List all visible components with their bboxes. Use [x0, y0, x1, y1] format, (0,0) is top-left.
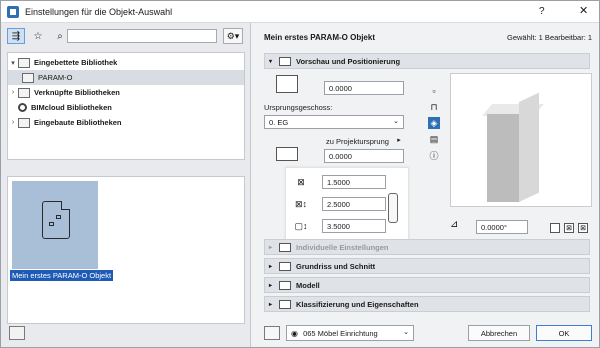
- layers-icon: [264, 326, 280, 340]
- width-field[interactable]: 1.5000: [322, 175, 386, 189]
- section-icon[interactable]: ⊓: [428, 101, 440, 113]
- dialog-footer: ◉ 065 Möbel Einrichtung ⌄ Abbrechen OK: [264, 325, 594, 341]
- elevation-icon[interactable]: ▤: [428, 133, 440, 145]
- classification-panel-icon: [279, 299, 291, 309]
- elevation-field[interactable]: 0.0000: [324, 81, 404, 95]
- height-field[interactable]: 3.5000: [322, 219, 386, 233]
- box-side-face: [519, 92, 539, 202]
- tree-item-label: BIMcloud Bibliotheken: [31, 103, 112, 112]
- window-title: Einstellungen für die Objekt-Auswahl: [25, 7, 173, 17]
- selection-info: Gewählt: 1 Bearbeitbar: 1: [507, 33, 593, 42]
- cancel-button[interactable]: Abbrechen: [468, 325, 530, 341]
- chevron-right-icon: ▸: [269, 244, 273, 251]
- mirror-x-icon[interactable]: ⊠: [564, 223, 574, 233]
- chevron-down-icon[interactable]: ▾: [8, 59, 18, 67]
- dialog-window: Einstellungen für die Objekt-Auswahl ? ✕…: [0, 0, 600, 348]
- chevron-down-icon: ⌄: [403, 329, 409, 336]
- panel-classification[interactable]: ▸ Klassifizierung und Eigenschaften: [264, 296, 590, 312]
- preview-panel-icon: [279, 56, 291, 66]
- folder-icon: [18, 117, 30, 128]
- tree-item-label: PARAM-O: [38, 73, 73, 82]
- panel-title: Grundriss und Schnitt: [296, 261, 376, 271]
- object-name: Mein erstes PARAM-O Objekt: [264, 33, 375, 42]
- panel-title: Individuelle Einstellungen: [296, 242, 389, 252]
- floor-plan-panel-icon: [279, 261, 291, 271]
- help-button[interactable]: ?: [539, 6, 545, 17]
- tree-item-label: Eingebaute Bibliotheken: [34, 118, 122, 127]
- origin-toggle-icon[interactable]: ▸: [394, 135, 404, 145]
- library-tree: ▾ Eingebettete Bibliothek PARAM-O › Verk…: [7, 52, 245, 160]
- chevron-down-icon: ⌄: [393, 118, 399, 125]
- tree-item-label: Verknüpfte Bibliotheken: [34, 88, 120, 97]
- eye-icon: ◉: [291, 329, 298, 338]
- panel-individual-settings[interactable]: ▸ Individuelle Einstellungen: [264, 239, 590, 255]
- chevron-right-icon[interactable]: ›: [8, 119, 18, 126]
- bimcloud-icon: [18, 103, 27, 112]
- story-value: 0. EG: [269, 118, 289, 127]
- library-panel: ⇶ ☆ ⌕ ⚙▾ ▾ Eingebettete Bibliothek PARAM…: [1, 23, 251, 347]
- object-thumbnail[interactable]: [12, 181, 98, 269]
- chevron-right-icon: ▸: [269, 301, 273, 308]
- elevation-box-icon: [276, 75, 298, 93]
- mirror-y-icon[interactable]: ⊠: [578, 223, 588, 233]
- gear-icon[interactable]: ⚙▾: [223, 28, 243, 44]
- layer-select[interactable]: ◉ 065 Möbel Einrichtung ⌄: [286, 325, 414, 341]
- 3d-preview[interactable]: [450, 73, 592, 207]
- project-origin-label: zu Projektursprung: [326, 137, 389, 146]
- depth-field[interactable]: 2.5000: [322, 197, 386, 211]
- project-origin-field[interactable]: 0.0000: [324, 149, 404, 163]
- story-label: Ursprungsgeschoss:: [264, 103, 333, 112]
- tree-item-bimcloud[interactable]: BIMcloud Bibliotheken: [8, 100, 244, 115]
- settings-panel: Mein erstes PARAM-O Objekt Gewählt: 1 Be…: [252, 23, 599, 347]
- tree-item-builtin[interactable]: › Eingebaute Bibliotheken: [8, 115, 244, 130]
- tree-item-param-o[interactable]: PARAM-O: [8, 70, 244, 85]
- gsm-object-icon: [42, 201, 70, 239]
- favorites-star-icon[interactable]: ☆: [29, 28, 47, 44]
- depth-y-icon: ⊠↕: [294, 198, 308, 209]
- app-icon: [7, 6, 19, 18]
- folder-icon: [22, 72, 34, 83]
- library-browser-icon[interactable]: ⇶: [7, 28, 25, 44]
- rotation-angle-field[interactable]: 0.0000°: [476, 220, 528, 234]
- tree-item-linked[interactable]: › Verknüpfte Bibliotheken: [8, 85, 244, 100]
- rotation-angle-icon: ⊿: [450, 219, 459, 230]
- close-button[interactable]: ✕: [579, 4, 588, 17]
- tree-item-label: Eingebettete Bibliothek: [34, 58, 118, 67]
- height-z-icon: ▢↕: [294, 220, 308, 231]
- panel-preview-positioning[interactable]: ▾ Vorschau und Positionierung: [264, 53, 590, 69]
- settings-panel-icon: [279, 242, 291, 252]
- floor-plan-icon[interactable]: ▫: [428, 85, 440, 97]
- search-input[interactable]: [67, 29, 217, 43]
- panel-floor-plan-section[interactable]: ▸ Grundriss und Schnitt: [264, 258, 590, 274]
- panel-model[interactable]: ▸ Modell: [264, 277, 590, 293]
- ok-button[interactable]: OK: [536, 325, 592, 341]
- chevron-right-icon: ▸: [269, 282, 273, 289]
- chevron-right-icon[interactable]: ›: [8, 89, 18, 96]
- folder-icon: [18, 87, 30, 98]
- library-manager-icon[interactable]: [9, 326, 25, 340]
- mirror-checkbox[interactable]: [550, 223, 560, 233]
- panel-title: Vorschau und Positionierung: [296, 56, 401, 66]
- object-thumbnail-label[interactable]: Mein erstes PARAM-O Objekt: [10, 270, 114, 281]
- origin-plane-icon: [276, 147, 298, 161]
- box-front-face: [487, 114, 519, 202]
- title-bar: Einstellungen für die Objekt-Auswahl ? ✕: [1, 1, 599, 23]
- story-select[interactable]: 0. EG ⌄: [264, 115, 404, 129]
- chevron-down-icon: ▾: [269, 58, 273, 65]
- model-panel-icon: [279, 280, 291, 290]
- folder-icon: [18, 57, 30, 68]
- 3d-view-icon[interactable]: ◈: [428, 117, 440, 129]
- layer-value: 065 Möbel Einrichtung: [303, 329, 378, 338]
- tree-item-embedded[interactable]: ▾ Eingebettete Bibliothek: [8, 55, 244, 70]
- chain-link-icon[interactable]: [388, 193, 398, 223]
- width-x-icon: ⊠: [297, 176, 305, 187]
- object-preview-area: Mein erstes PARAM-O Objekt: [7, 176, 245, 324]
- chevron-right-icon: ▸: [269, 263, 273, 270]
- panel-title: Klassifizierung und Eigenschaften: [296, 299, 419, 309]
- panel-title: Modell: [296, 280, 320, 290]
- info-icon[interactable]: ⓘ: [428, 149, 440, 161]
